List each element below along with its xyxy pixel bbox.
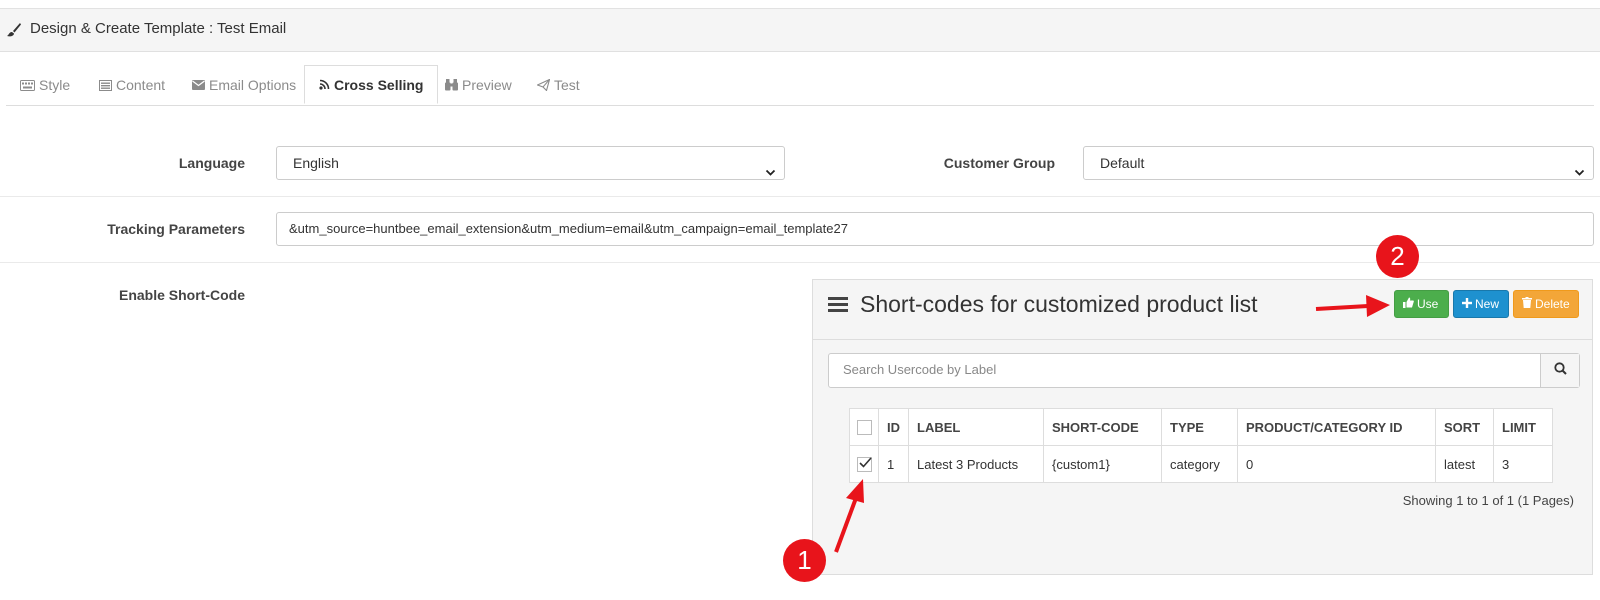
page-heading: Design & Create Template : Test Email [0, 9, 1600, 52]
column-header[interactable]: SORT [1435, 408, 1494, 446]
shortcode-label: Enable Short-Code [118, 287, 245, 303]
row-checkbox-cell [849, 445, 879, 483]
cell-type: category [1161, 445, 1238, 483]
rss-icon [319, 79, 330, 90]
new-button[interactable]: New [1453, 290, 1509, 318]
tab-label: Preview [462, 77, 512, 93]
chevron-down-icon [765, 157, 776, 189]
panel-title: Short-codes for customized product list [860, 291, 1258, 317]
cell-product-category-id: 0 [1237, 445, 1436, 483]
language-select[interactable]: English [276, 146, 785, 180]
shortcode-table: ID LABEL SHORT-CODE TYPE PRODUCT/CATEGOR… [849, 408, 1553, 483]
column-header[interactable]: PRODUCT/CATEGORY ID [1237, 408, 1436, 446]
tab-label: Cross Selling [334, 76, 424, 93]
trash-icon [1522, 290, 1532, 318]
tab-label: Content [116, 77, 166, 93]
tab-preview[interactable]: Preview [445, 66, 512, 104]
annotation-marker-2: 2 [1376, 235, 1419, 278]
delete-button-label: Delete [1535, 297, 1570, 311]
tracking-label: Tracking Parameters [107, 221, 245, 237]
column-header[interactable]: SHORT-CODE [1043, 408, 1162, 446]
tab-content[interactable]: Content [99, 66, 165, 104]
cell-id: 1 [878, 445, 909, 483]
search-placeholder: Search Usercode by Label [843, 362, 997, 377]
column-header[interactable]: LABEL [908, 408, 1044, 446]
chevron-down-icon [1574, 157, 1585, 189]
paint-brush-icon [6, 22, 22, 43]
new-button-label: New [1475, 297, 1500, 311]
cell-limit: 3 [1493, 445, 1553, 483]
select-all-checkbox[interactable] [856, 420, 872, 436]
tab-email-options[interactable]: Email Options [192, 66, 296, 104]
use-button-label: Use [1417, 297, 1439, 311]
binoculars-icon [445, 79, 458, 91]
paper-plane-icon [537, 79, 550, 91]
table-row: 1 Latest 3 Products {custom1} category 0… [849, 445, 1553, 483]
customer-group-select[interactable]: Default [1083, 146, 1594, 180]
search-input[interactable]: Search Usercode by Label [828, 353, 1580, 388]
shortcode-panel: Short-codes for customized product list … [812, 279, 1593, 575]
language-value: English [293, 155, 339, 171]
language-label: Language [178, 155, 245, 171]
plus-icon [1462, 290, 1472, 318]
envelope-icon [192, 80, 205, 90]
delete-button[interactable]: Delete [1513, 290, 1579, 318]
panel-heading: Short-codes for customized product list … [813, 280, 1592, 340]
cell-shortcode: {custom1} [1043, 445, 1162, 483]
thumbs-up-icon [1403, 290, 1414, 318]
use-button[interactable]: Use [1394, 290, 1449, 318]
select-all-cell [849, 408, 879, 446]
row-checkbox[interactable] [856, 457, 872, 473]
tab-label: Test [554, 77, 580, 93]
column-header[interactable]: ID [878, 408, 909, 446]
search-button[interactable] [1540, 354, 1579, 387]
table-header-row: ID LABEL SHORT-CODE TYPE PRODUCT/CATEGOR… [849, 408, 1553, 446]
top-border [0, 0, 1600, 9]
customer-group-value: Default [1100, 155, 1145, 171]
form-divider [0, 262, 1600, 263]
tab-label: Style [39, 77, 71, 93]
customer-group-label: Customer Group [943, 155, 1055, 171]
tab-test[interactable]: Test [537, 66, 580, 104]
tab-cross-selling[interactable]: Cross Selling [304, 65, 439, 104]
column-header[interactable]: LIMIT [1493, 408, 1553, 446]
column-header[interactable]: TYPE [1161, 408, 1238, 446]
cell-label: Latest 3 Products [908, 445, 1044, 483]
tab-style[interactable]: Style [20, 66, 70, 104]
annotation-marker-1: 1 [783, 539, 826, 582]
cell-sort: latest [1435, 445, 1494, 483]
tab-bar: Style Content Email Options Cross Sellin… [6, 65, 1594, 106]
page-title: Design & Create Template : Test Email [30, 20, 287, 37]
list-alt-icon [99, 79, 112, 91]
keyboard-icon [20, 79, 35, 91]
tab-label: Email Options [209, 77, 297, 93]
pagination-text: Showing 1 to 1 of 1 (1 Pages) [1402, 493, 1574, 508]
bars-icon [828, 296, 848, 318]
form-divider [0, 196, 1600, 197]
search-icon [1553, 361, 1567, 380]
